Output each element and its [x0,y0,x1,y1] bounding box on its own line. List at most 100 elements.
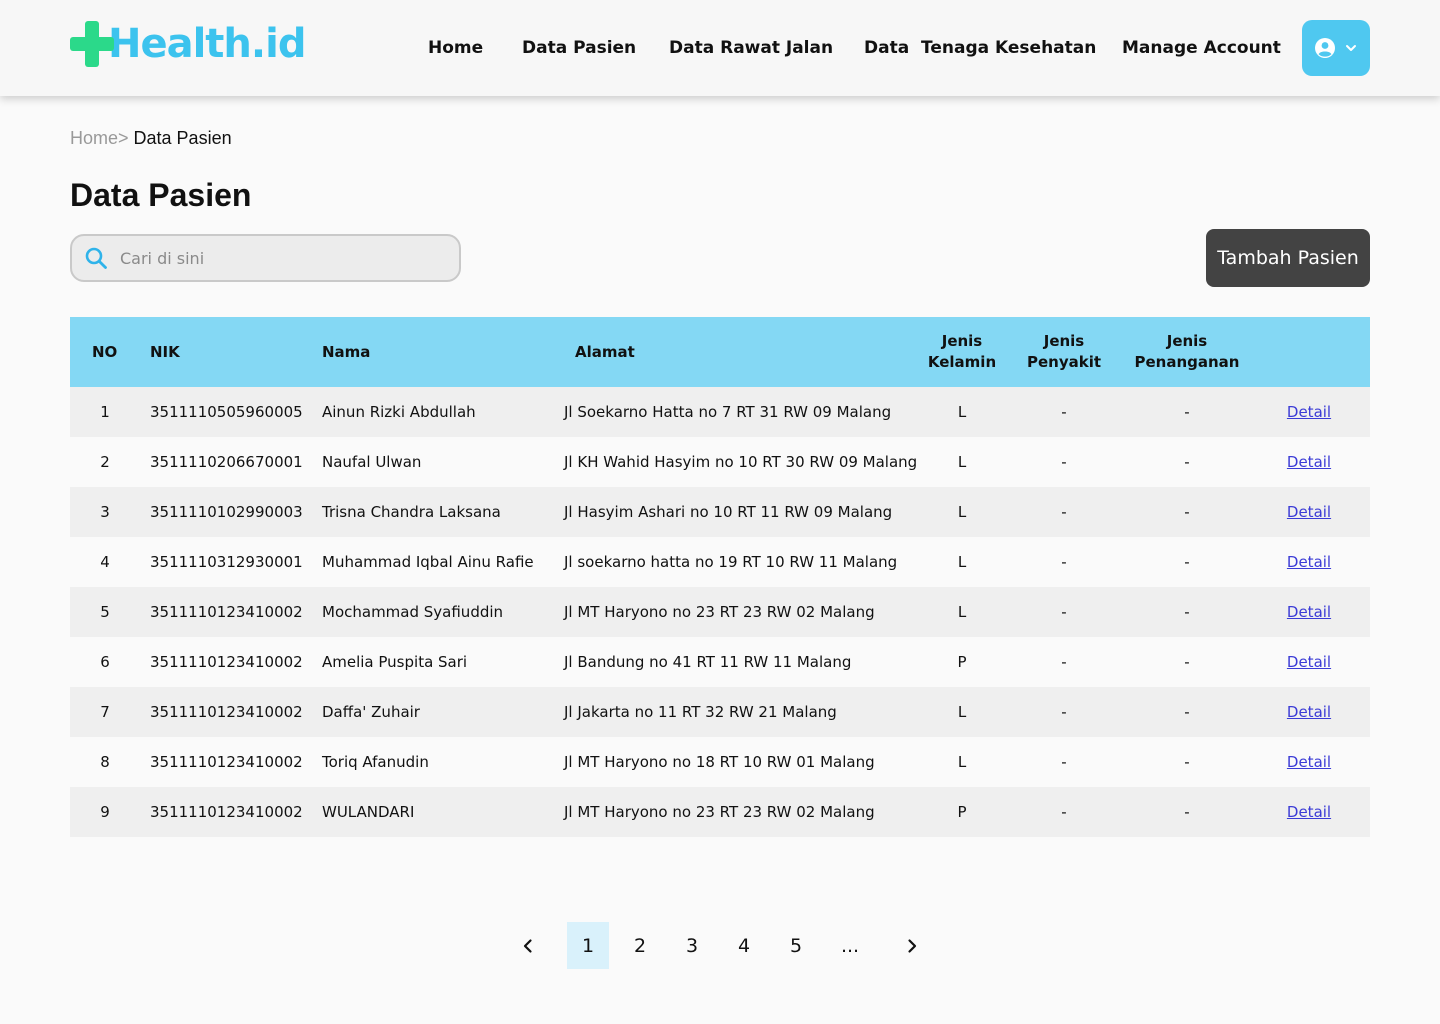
cell-jenis-penyakit: - [1061,653,1067,671]
detail-link[interactable]: Detail [1287,553,1331,571]
column-header-jenis-penanganan: Jenis Penanganan [1127,317,1247,387]
cell-no: 3 [100,503,110,521]
detail-link[interactable]: Detail [1287,753,1331,771]
breadcrumb: Home> Data Pasien [70,127,232,149]
nav-item-data-tenaga-kesehatan[interactable]: Data Tenaga Kesehatan [864,36,1096,60]
breadcrumb-current: Data Pasien [128,128,232,148]
table-row: 2 3511110206670001 Naufal Ulwan Jl KH Wahid… [70,437,1370,487]
column-header-jenis-kelamin-line1: Jenis [941,332,983,350]
cell-nama: Amelia Puspita Sari [322,653,468,671]
column-header-jenis-penanganan-line1: Jenis [1166,332,1208,350]
pagination-page-4[interactable]: 4 [730,922,758,969]
user-circle-icon [1315,38,1335,58]
cell-nama: Ainun Rizki Abdullah [322,403,476,421]
column-header-nama: Nama [322,342,371,361]
cell-jenis-kelamin: L [957,553,967,571]
cell-alamat: Jl MT Haryono no 18 RT 10 RW 01 Malang [564,753,875,771]
column-header-jenis-penyakit-line2: Penyakit [1026,353,1102,371]
column-header-jenis-kelamin-line2: Kelamin [927,353,997,371]
cell-jenis-kelamin: P [957,803,967,821]
navbar: Health.id Home Data Pasien Data Rawat Ja… [0,0,1440,96]
detail-link[interactable]: Detail [1287,803,1331,821]
cell-no: 8 [100,753,110,771]
pagination-ellipsis: ... [840,934,860,957]
chevron-down-icon [1346,45,1356,51]
cell-action: Detail [1270,687,1348,737]
column-header-jenis-penanganan-line2: Penanganan [1134,353,1240,371]
cell-action: Detail [1270,387,1348,437]
detail-link[interactable]: Detail [1287,503,1331,521]
cell-action: Detail [1270,637,1348,687]
cell-jenis-penanganan: - [1184,453,1190,471]
account-menu-button[interactable] [1302,20,1370,76]
cell-no: 5 [100,603,110,621]
pagination: 1 2 3 4 5 ... [0,922,1440,969]
cell-jenis-penyakit: - [1061,603,1067,621]
cell-jenis-penanganan: - [1184,653,1190,671]
cell-action: Detail [1270,487,1348,537]
cell-jenis-penyakit: - [1061,453,1067,471]
cell-nik: 3511110102990003 [150,503,303,521]
nav-item-data-rawat-jalan[interactable]: Data Rawat Jalan [669,36,833,60]
add-patient-button[interactable]: Tambah Pasien [1206,229,1370,287]
table-row: 1 3511110505960005 Ainun Rizki Abdullah Jl … [70,387,1370,437]
pagination-page-1[interactable]: 1 [567,922,609,969]
table-row: 9 3511110123410002 WULANDARI Jl MT Haryono … [70,787,1370,837]
cell-jenis-kelamin: L [957,403,967,421]
cell-alamat: Jl Soekarno Hatta no 7 RT 31 RW 09 Malan… [564,403,892,421]
column-header-jenis-penyakit-line1: Jenis [1043,332,1085,350]
detail-link[interactable]: Detail [1287,603,1331,621]
cell-nik: 3511110123410002 [150,803,303,821]
cell-no: 1 [100,403,110,421]
cell-jenis-penyakit: - [1061,553,1067,571]
column-header-no: NO [92,342,118,361]
cell-no: 4 [100,553,110,571]
brand-name: Health.id [108,21,306,67]
cell-alamat: Jl MT Haryono no 23 RT 23 RW 02 Malang [564,803,875,821]
cell-action: Detail [1270,437,1348,487]
detail-link[interactable]: Detail [1287,703,1331,721]
cell-nik: 3511110312930001 [150,553,303,571]
brand-logo[interactable]: Health.id [70,20,306,68]
cell-alamat: Jl KH Wahid Hasyim no 10 RT 30 RW 09 Mal… [564,453,918,471]
cell-nik: 3511110123410002 [150,753,303,771]
pagination-page-2[interactable]: 2 [626,922,654,969]
nav-item-manage-account[interactable]: Manage Account [1122,36,1281,60]
table-body: 1 3511110505960005 Ainun Rizki Abdullah Jl … [70,387,1370,837]
nav-item-home[interactable]: Home [428,36,483,60]
cell-jenis-kelamin: L [957,703,967,721]
cell-nik: 3511110123410002 [150,703,303,721]
chevron-right-icon [908,938,917,953]
table-row: 3 3511110102990003 Trisna Chandra Laksana J… [70,487,1370,537]
pagination-page-3[interactable]: 3 [678,922,706,969]
search-input[interactable] [120,248,440,268]
cell-nama: Toriq Afanudin [322,753,429,771]
search-box[interactable] [70,234,461,282]
patient-table: NO NIK Nama Alamat Jenis Kelamin Jenis P… [70,317,1370,837]
pagination-next-button[interactable] [898,922,926,969]
detail-link[interactable]: Detail [1287,403,1331,421]
nav-item-data-pasien[interactable]: Data Pasien [522,36,636,60]
cell-jenis-penyakit: - [1061,703,1067,721]
cell-jenis-penanganan: - [1184,403,1190,421]
detail-link[interactable]: Detail [1287,453,1331,471]
cell-alamat: Jl MT Haryono no 23 RT 23 RW 02 Malang [564,603,875,621]
cell-jenis-penyakit: - [1061,753,1067,771]
column-header-alamat: Alamat [575,342,635,361]
cell-nik: 3511110123410002 [150,653,303,671]
breadcrumb-home[interactable]: Home [70,128,118,148]
cell-jenis-penyakit: - [1061,403,1067,421]
cell-action: Detail [1270,787,1348,837]
detail-link[interactable]: Detail [1287,653,1331,671]
cell-jenis-kelamin: L [957,603,967,621]
cell-jenis-penanganan: - [1184,553,1190,571]
page-title: Data Pasien [70,177,252,213]
cell-jenis-penyakit: - [1061,803,1067,821]
cell-nama: Trisna Chandra Laksana [322,503,501,521]
cell-alamat: Jl soekarno hatta no 19 RT 10 RW 11 Mala… [564,553,898,571]
cell-action: Detail [1270,737,1348,787]
cell-no: 7 [100,703,110,721]
pagination-prev-button[interactable] [514,922,542,969]
pagination-page-5[interactable]: 5 [782,922,810,969]
column-header-jenis-penyakit: Jenis Penyakit [1014,317,1114,387]
